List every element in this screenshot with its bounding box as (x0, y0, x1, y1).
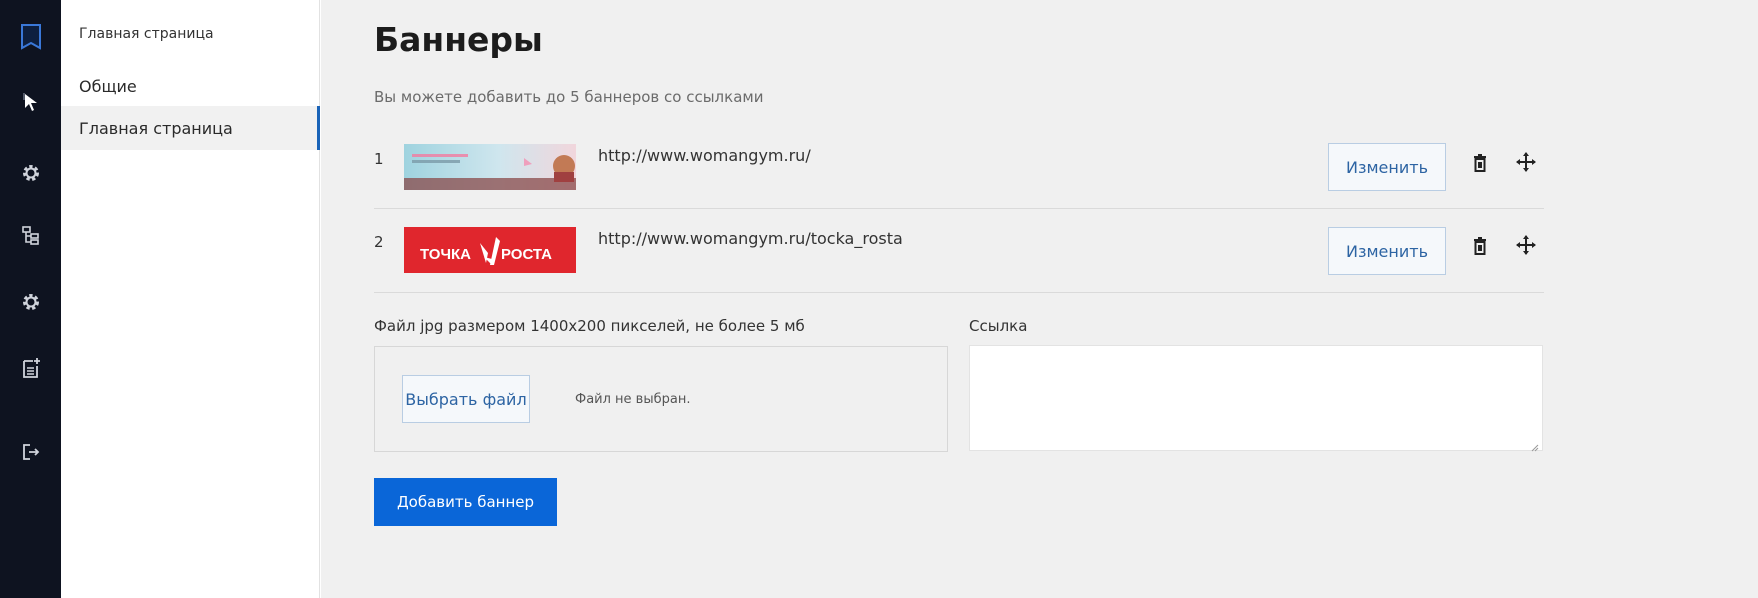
banner-row: 2 ТОЧКА РОСТА http://www.womangym.ru/toc… (374, 209, 1544, 293)
banner-url: http://www.womangym.ru/ (598, 146, 811, 165)
icon-rail (0, 0, 61, 598)
gear-icon[interactable] (0, 282, 61, 322)
trash-icon[interactable] (1473, 154, 1487, 176)
trash-icon[interactable] (1473, 237, 1487, 259)
breadcrumb[interactable]: Главная страница (79, 26, 214, 42)
banner-index: 1 (374, 150, 384, 168)
gear-icon[interactable] (0, 153, 61, 193)
choose-file-button[interactable]: Выбрать файл (402, 375, 530, 423)
banner-row: 1 http://www.womangym.ru/ Изменить (374, 126, 1544, 210)
nav-item-home-page[interactable]: Главная страница (61, 106, 320, 150)
cursor-icon[interactable] (0, 82, 61, 122)
page-subtitle: Вы можете добавить до 5 баннеров со ссыл… (374, 88, 764, 106)
main-content: Баннеры Вы можете добавить до 5 баннеров… (321, 0, 1758, 598)
banner-text-tochka: ТОЧКА (420, 246, 471, 263)
nav-item-general[interactable]: Общие (61, 64, 320, 108)
link-label: Ссылка (969, 317, 1028, 335)
file-status: Файл не выбран. (575, 392, 691, 407)
edit-banner-button[interactable]: Изменить (1328, 227, 1446, 275)
file-dropzone[interactable]: Выбрать файл Файл не выбран. (374, 346, 948, 452)
add-document-icon[interactable] (0, 348, 61, 388)
book-icon[interactable] (0, 17, 61, 57)
link-input[interactable] (969, 345, 1543, 451)
banner-thumbnail: ТОЧКА РОСТА (404, 227, 576, 273)
banner-thumbnail (404, 144, 576, 190)
page-title: Баннеры (374, 20, 543, 59)
banner-index: 2 (374, 233, 384, 251)
add-banner-button[interactable]: Добавить баннер (374, 478, 557, 526)
edit-banner-button[interactable]: Изменить (1328, 143, 1446, 191)
section-nav: Главная страница Общие Главная страница (61, 0, 320, 598)
move-icon[interactable] (1516, 235, 1536, 259)
file-label: Файл jpg размером 1400x200 пикселей, не … (374, 317, 805, 335)
banner-url: http://www.womangym.ru/tocka_rosta (598, 229, 903, 248)
tree-icon[interactable] (0, 215, 61, 255)
divider (374, 292, 1544, 293)
resize-grip-icon[interactable] (1529, 437, 1539, 452)
logout-icon[interactable] (0, 432, 61, 472)
banner-text-rosta: РОСТА (501, 246, 552, 263)
move-icon[interactable] (1516, 152, 1536, 176)
